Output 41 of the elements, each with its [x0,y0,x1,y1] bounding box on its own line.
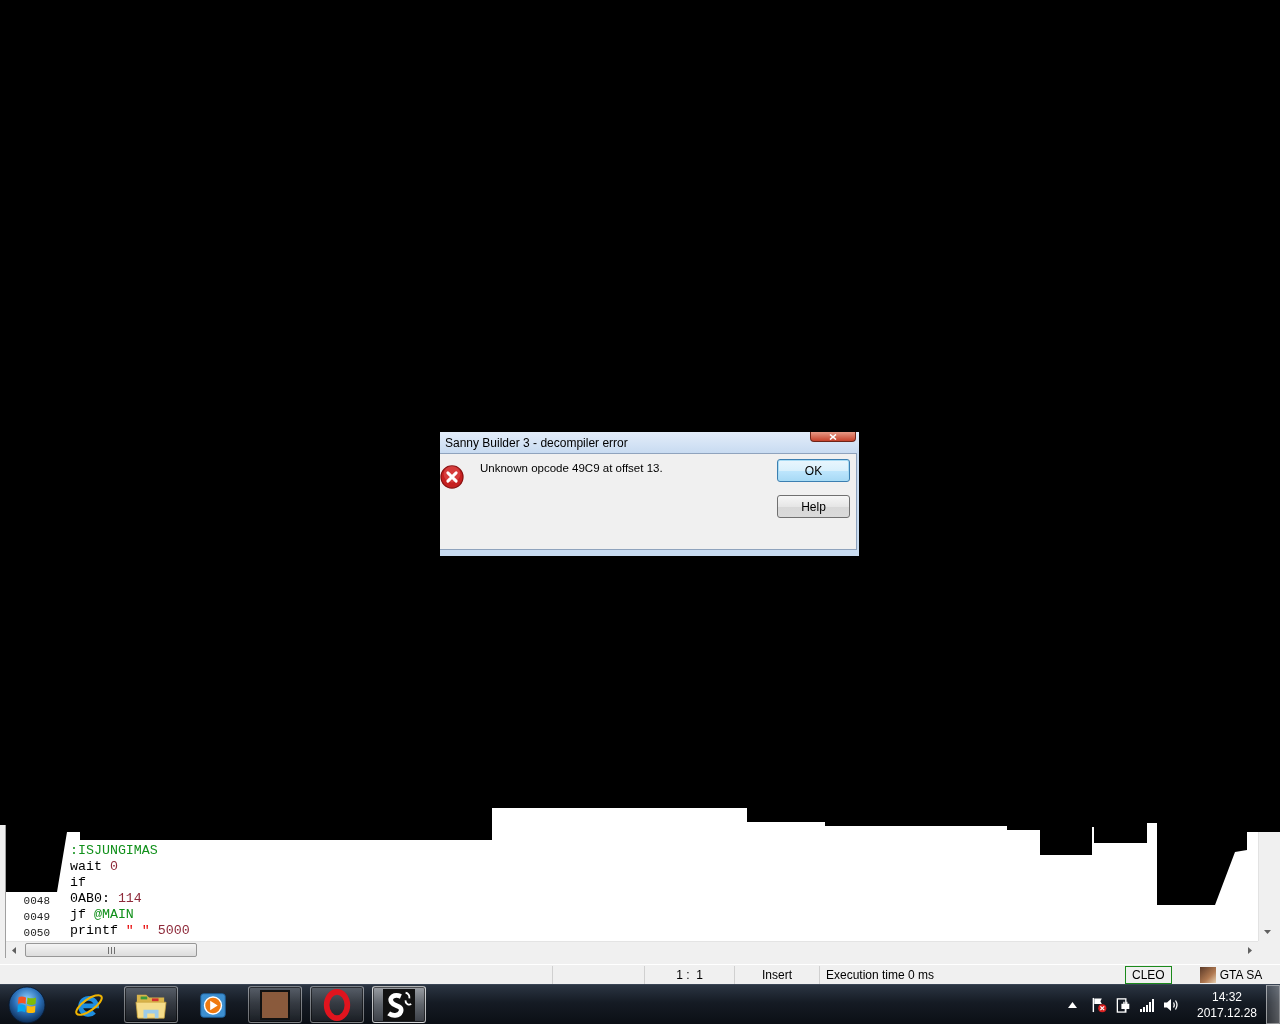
dialog-title: Sanny Builder 3 - decompiler error [445,435,628,450]
error-icon [440,465,464,489]
grip-icon [107,946,115,954]
show-desktop-button[interactable] [1266,985,1280,1024]
error-message: Unknown opcode 49C9 at offset 13. [480,462,664,474]
line-number: 0048 [23,895,50,907]
mode-badge: CLEO [1125,965,1172,984]
clock-time[interactable]: 14:32 [1212,988,1242,1005]
code-line: if [70,875,86,891]
code-line: wait 0 [70,859,118,875]
status-message: Execution time 0 ms [826,967,935,982]
s-logo-icon [383,988,415,1021]
dialog-button[interactable]: OK [777,459,850,482]
close-button[interactable] [810,432,856,442]
code-line: :ISJUNGIMAS [70,843,158,859]
dialog-button[interactable]: Help [777,495,850,518]
power-plug-icon[interactable] [1115,996,1131,1013]
start-orb-icon [8,985,46,1024]
clock-date[interactable]: 2017.12.28 [1196,1004,1258,1021]
show-hidden-icons-icon[interactable] [1068,1001,1077,1008]
code-line: 0AB0: 114 [70,891,142,907]
scrollbar-thumb[interactable] [25,943,197,957]
avatar-placeholder [260,989,290,1020]
game-name: GTA SA [1219,967,1263,982]
insert-mode: Insert [762,967,792,982]
cursor-position: 1 : 1 [676,967,703,982]
scroll-left-arrow-icon[interactable] [12,946,16,954]
line-number: 0050 [23,927,50,939]
taskbar-button[interactable] [124,986,178,1023]
taskbar-button[interactable] [372,986,426,1023]
speaker-icon[interactable] [1163,996,1179,1013]
line-number: 0049 [23,911,50,923]
ring-logo-icon [321,988,353,1021]
close-icon [829,433,837,440]
scroll-right-arrow-icon[interactable] [1248,946,1252,954]
scroll-down-arrow-icon[interactable] [1263,930,1271,934]
code-line: printf " " 5000 [70,923,190,939]
signal-bars-icon[interactable] [1139,996,1155,1013]
game-icon [1199,966,1216,983]
code-line: jf @MAIN [70,907,134,923]
flag-error-icon[interactable] [1091,996,1107,1013]
